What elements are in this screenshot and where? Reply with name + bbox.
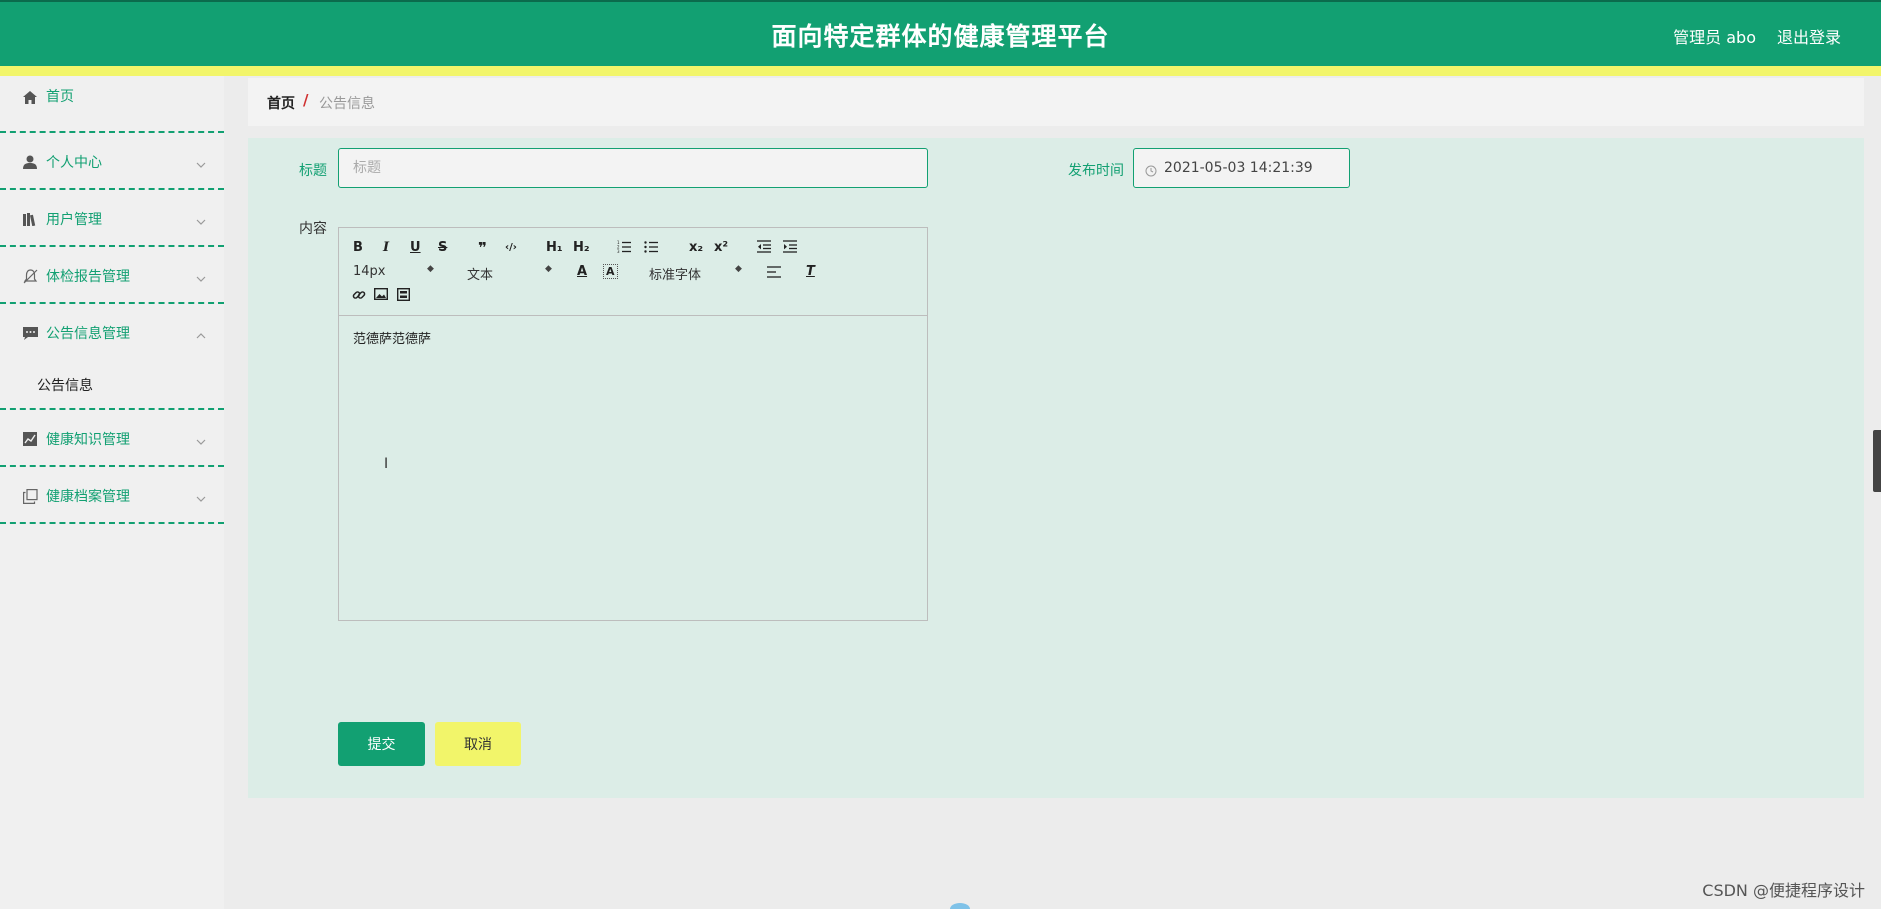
breadcrumb-separator: / xyxy=(303,91,309,109)
font-family-value: 标准字体 xyxy=(649,268,702,283)
publish-time-label: 发布时间 xyxy=(1068,163,1124,179)
chart-icon xyxy=(22,431,38,447)
subscript-button[interactable]: x₂ xyxy=(689,240,703,256)
superscript-button[interactable]: x² xyxy=(714,240,728,256)
editor-content[interactable]: 范德萨范德萨 xyxy=(353,328,431,347)
sidebar-item-label: 健康知识管理 xyxy=(46,432,130,448)
code-block-button[interactable]: ‹/› xyxy=(505,240,517,256)
sidebar: 首页 个人中心 用户管理 体检报告管理 公告信息管理 公告信息 健康知识管理 健… xyxy=(0,76,224,909)
editor-toolbar: B I U S ❞ ‹/› H₁ H₂ 123 x₂ x² 14px ◆ 文本 … xyxy=(339,228,927,316)
copy-icon xyxy=(22,488,38,504)
sidebar-item-users[interactable]: 用户管理 xyxy=(0,190,224,247)
clean-format-button[interactable]: T xyxy=(806,264,815,280)
bell-off-icon xyxy=(22,268,38,284)
top-header: 面向特定群体的健康管理平台 管理员 abo 退出登录 xyxy=(0,0,1881,66)
publish-time-value: 2021-05-03 14:21:39 xyxy=(1164,160,1313,176)
scrollbar-handle[interactable] xyxy=(1873,430,1881,492)
title-label: 标题 xyxy=(299,163,327,179)
header2-button[interactable]: H₂ xyxy=(573,240,590,256)
align-icon[interactable] xyxy=(767,266,781,283)
sidebar-item-health-knowledge[interactable]: 健康知识管理 xyxy=(0,410,224,467)
header1-button[interactable]: H₁ xyxy=(546,240,563,256)
announcement-form: 标题 发布时间 2021-05-03 14:21:39 内容 B I U S ❞… xyxy=(248,138,1864,798)
link-icon[interactable] xyxy=(352,288,366,307)
select-arrows-icon: ◆ xyxy=(545,264,552,274)
breadcrumb-current: 公告信息 xyxy=(319,96,375,112)
select-arrows-icon: ◆ xyxy=(735,264,742,274)
rich-text-editor: B I U S ❞ ‹/› H₁ H₂ 123 x₂ x² 14px ◆ 文本 … xyxy=(338,227,928,621)
font-size-select[interactable]: 14px ◆ xyxy=(353,264,434,279)
font-family-select[interactable]: 标准字体 ◆ xyxy=(649,264,742,283)
user-icon xyxy=(22,154,38,170)
app-title: 面向特定群体的健康管理平台 xyxy=(771,22,1110,51)
sidebar-item-label: 首页 xyxy=(46,89,74,105)
header-select[interactable]: 文本 ◆ xyxy=(467,264,552,283)
books-icon xyxy=(22,211,38,227)
content-label: 内容 xyxy=(299,221,327,237)
watermark: CSDN @便捷程序设计 xyxy=(1702,881,1865,900)
chevron-down-icon xyxy=(196,267,206,286)
bold-button[interactable]: B xyxy=(353,240,363,256)
sidebar-item-label: 用户管理 xyxy=(46,212,102,228)
sidebar-item-profile[interactable]: 个人中心 xyxy=(0,133,224,190)
ordered-list-icon[interactable]: 123 xyxy=(617,240,631,258)
chevron-down-icon xyxy=(196,430,206,449)
underline-button[interactable]: U xyxy=(410,240,421,256)
title-input[interactable] xyxy=(338,148,928,188)
publish-time-picker[interactable]: 2021-05-03 14:21:39 xyxy=(1133,148,1350,188)
sidebar-subitem-announcement-info[interactable]: 公告信息 xyxy=(37,375,93,395)
chevron-down-icon xyxy=(196,153,206,172)
logout-link[interactable]: 退出登录 xyxy=(1777,24,1841,48)
chevron-down-icon xyxy=(196,210,206,229)
sidebar-item-label: 公告信息管理 xyxy=(46,326,130,342)
sidebar-item-label: 体检报告管理 xyxy=(46,269,130,285)
text-cursor-icon: I xyxy=(384,456,389,472)
chevron-down-icon xyxy=(196,487,206,506)
outdent-icon[interactable] xyxy=(757,240,771,258)
loading-indicator xyxy=(950,903,970,909)
indent-icon[interactable] xyxy=(783,240,797,258)
select-arrows-icon: ◆ xyxy=(427,264,434,274)
header-select-value: 文本 xyxy=(467,268,494,283)
strike-button[interactable]: S xyxy=(438,240,447,256)
image-icon[interactable] xyxy=(373,287,389,305)
italic-button[interactable]: I xyxy=(383,240,389,256)
current-user: 管理员 abo xyxy=(1673,28,1756,47)
sidebar-item-health-records[interactable]: 健康档案管理 xyxy=(0,467,224,524)
chat-icon xyxy=(22,325,38,341)
font-size-value: 14px xyxy=(353,264,386,279)
home-icon xyxy=(22,89,38,105)
video-icon[interactable] xyxy=(396,287,411,306)
blockquote-button[interactable]: ❞ xyxy=(478,240,487,256)
cancel-button[interactable]: 取消 xyxy=(435,722,521,766)
submit-button[interactable]: 提交 xyxy=(338,722,425,766)
bullet-list-icon[interactable] xyxy=(644,240,658,258)
chevron-up-icon xyxy=(196,324,206,343)
text-color-button[interactable]: A xyxy=(577,264,587,280)
sidebar-item-label: 个人中心 xyxy=(46,155,102,171)
background-color-button[interactable]: A xyxy=(603,264,618,279)
clock-icon xyxy=(1145,162,1157,181)
sidebar-item-health-reports[interactable]: 体检报告管理 xyxy=(0,247,224,304)
sidebar-item-label: 健康档案管理 xyxy=(46,489,130,505)
svg-text:3: 3 xyxy=(617,249,620,253)
breadcrumb: 首页 / 公告信息 xyxy=(248,78,1864,126)
sidebar-item-announcements[interactable]: 公告信息管理 公告信息 xyxy=(0,304,224,410)
sidebar-item-home[interactable]: 首页 xyxy=(0,76,224,133)
header-accent-strip xyxy=(0,66,1881,76)
breadcrumb-home[interactable]: 首页 xyxy=(267,93,295,113)
